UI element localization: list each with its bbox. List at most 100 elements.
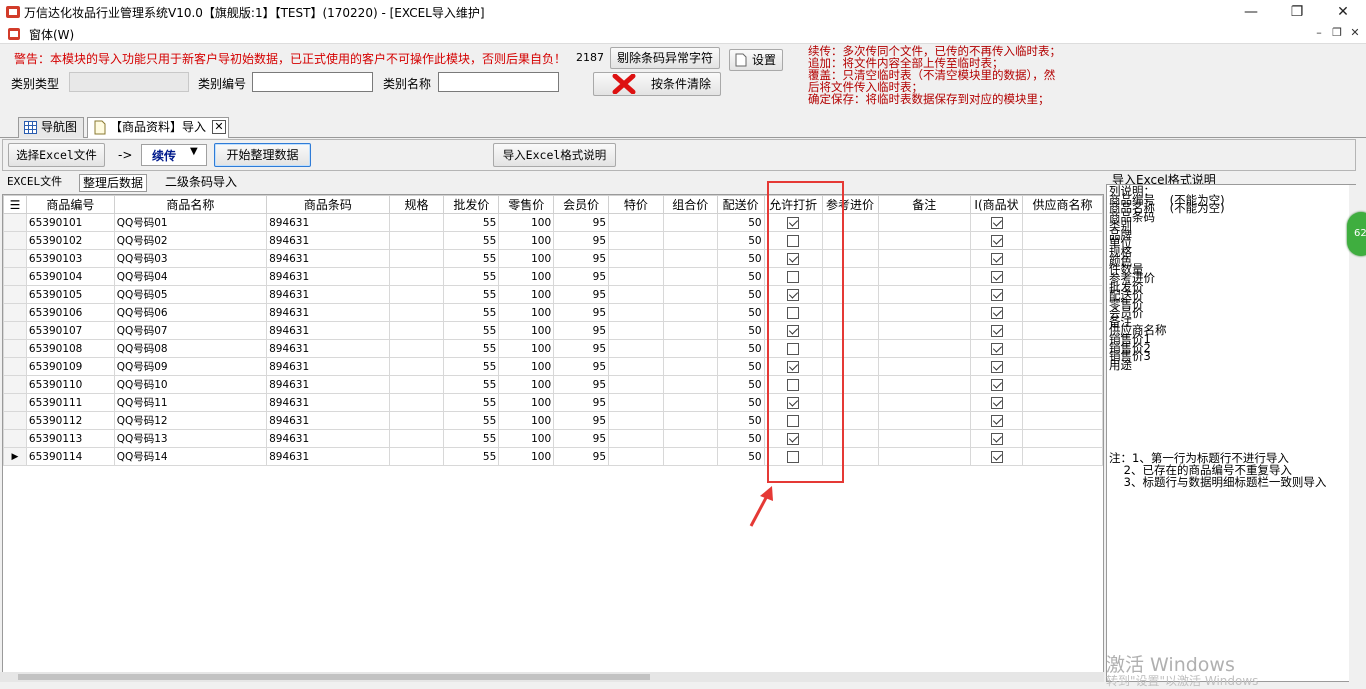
clear-by-condition-button[interactable]: 按条件清除 bbox=[593, 72, 721, 96]
status-checkbox[interactable] bbox=[990, 270, 1003, 283]
cell-combo[interactable] bbox=[662, 447, 718, 466]
cell-barcode[interactable]: 894631 bbox=[266, 447, 390, 466]
column-header[interactable]: 会员价 bbox=[553, 195, 610, 214]
cell-status[interactable] bbox=[970, 447, 1023, 466]
floating-badge[interactable]: 62 bbox=[1347, 212, 1366, 256]
status-checkbox[interactable] bbox=[990, 216, 1003, 229]
table-row[interactable]: 65390107 QQ号码07 894631 55 100 95 50 bbox=[3, 321, 1103, 340]
cell-special[interactable] bbox=[608, 267, 664, 286]
cell-delivery[interactable]: 50 bbox=[716, 447, 765, 466]
menu-window[interactable]: 窗体(W) bbox=[29, 26, 74, 43]
cell-member[interactable]: 95 bbox=[553, 411, 610, 430]
tab-product-import[interactable]: 【商品资料】导入 ✕ bbox=[87, 117, 229, 138]
table-row[interactable]: 65390111 QQ号码11 894631 55 100 95 50 bbox=[3, 393, 1103, 412]
cell-delivery[interactable]: 50 bbox=[716, 249, 765, 268]
select-excel-button[interactable]: 选择Excel文件 bbox=[8, 143, 105, 167]
cell-code[interactable]: 65390107 bbox=[25, 321, 115, 340]
cell-wholesale[interactable]: 55 bbox=[443, 267, 500, 286]
cell-barcode[interactable]: 894631 bbox=[266, 285, 390, 304]
cell-combo[interactable] bbox=[662, 267, 718, 286]
cell-wholesale[interactable]: 55 bbox=[443, 231, 500, 250]
column-header[interactable]: 规格 bbox=[388, 195, 445, 214]
settings-button[interactable]: 设置 bbox=[729, 49, 783, 71]
cell-supplier[interactable] bbox=[1022, 303, 1103, 322]
cell-name[interactable]: QQ号码12 bbox=[113, 411, 268, 430]
cell-name[interactable]: QQ号码02 bbox=[113, 231, 268, 250]
cell-wholesale[interactable]: 55 bbox=[443, 411, 500, 430]
row-selector[interactable] bbox=[3, 285, 27, 304]
cell-remark[interactable] bbox=[877, 393, 972, 412]
cell-spec[interactable] bbox=[388, 447, 445, 466]
column-header[interactable]: 配送价 bbox=[716, 195, 765, 214]
cell-barcode[interactable]: 894631 bbox=[266, 411, 390, 430]
cell-member[interactable]: 95 bbox=[553, 357, 610, 376]
cell-spec[interactable] bbox=[388, 213, 445, 232]
row-selector[interactable]: ▶ bbox=[3, 447, 27, 466]
cell-member[interactable]: 95 bbox=[553, 231, 610, 250]
mdi-close-button[interactable]: ✕ bbox=[1347, 26, 1363, 40]
cell-remark[interactable] bbox=[877, 285, 972, 304]
table-row[interactable]: 65390109 QQ号码09 894631 55 100 95 50 bbox=[3, 357, 1103, 376]
cell-barcode[interactable]: 894631 bbox=[266, 429, 390, 448]
cell-member[interactable]: 95 bbox=[553, 249, 610, 268]
column-header[interactable]: 供应商名称 bbox=[1022, 195, 1103, 214]
cell-status[interactable] bbox=[970, 249, 1023, 268]
cell-wholesale[interactable]: 55 bbox=[443, 393, 500, 412]
status-checkbox[interactable] bbox=[990, 414, 1003, 427]
cell-supplier[interactable] bbox=[1022, 411, 1103, 430]
cell-spec[interactable] bbox=[388, 231, 445, 250]
cell-wholesale[interactable]: 55 bbox=[443, 321, 500, 340]
format-help-button[interactable]: 导入Excel格式说明 bbox=[493, 143, 616, 167]
cell-status[interactable] bbox=[970, 429, 1023, 448]
cell-combo[interactable] bbox=[662, 339, 718, 358]
cell-code[interactable]: 65390114 bbox=[25, 447, 115, 466]
cell-retail[interactable]: 100 bbox=[498, 429, 555, 448]
cell-remark[interactable] bbox=[877, 267, 972, 286]
cell-retail[interactable]: 100 bbox=[498, 213, 555, 232]
cell-remark[interactable] bbox=[877, 447, 972, 466]
status-checkbox[interactable] bbox=[990, 396, 1003, 409]
column-header[interactable]: 备注 bbox=[877, 195, 972, 214]
cell-barcode[interactable]: 894631 bbox=[266, 213, 390, 232]
table-row[interactable]: 65390112 QQ号码12 894631 55 100 95 50 bbox=[3, 411, 1103, 430]
minimize-button[interactable]: — bbox=[1228, 0, 1274, 24]
row-selector[interactable] bbox=[3, 249, 27, 268]
cell-wholesale[interactable]: 55 bbox=[443, 249, 500, 268]
cell-status[interactable] bbox=[970, 285, 1023, 304]
cell-barcode[interactable]: 894631 bbox=[266, 357, 390, 376]
cell-name[interactable]: QQ号码07 bbox=[113, 321, 268, 340]
cell-member[interactable]: 95 bbox=[553, 213, 610, 232]
cell-remark[interactable] bbox=[877, 321, 972, 340]
close-button[interactable]: ✕ bbox=[1320, 0, 1366, 24]
column-header[interactable]: 特价 bbox=[608, 195, 664, 214]
column-header[interactable]: 商品编号 bbox=[25, 195, 115, 214]
cell-barcode[interactable]: 894631 bbox=[266, 375, 390, 394]
cell-special[interactable] bbox=[608, 357, 664, 376]
cell-wholesale[interactable]: 55 bbox=[443, 339, 500, 358]
restore-button[interactable]: ❐ bbox=[1274, 0, 1320, 24]
cell-wholesale[interactable]: 55 bbox=[443, 303, 500, 322]
start-organize-button[interactable]: 开始整理数据 bbox=[214, 143, 311, 167]
cell-combo[interactable] bbox=[662, 249, 718, 268]
cell-name[interactable]: QQ号码06 bbox=[113, 303, 268, 322]
cell-code[interactable]: 65390109 bbox=[25, 357, 115, 376]
cell-delivery[interactable]: 50 bbox=[716, 267, 765, 286]
cell-member[interactable]: 95 bbox=[553, 285, 610, 304]
cell-spec[interactable] bbox=[388, 411, 445, 430]
cell-retail[interactable]: 100 bbox=[498, 303, 555, 322]
cell-code[interactable]: 65390112 bbox=[25, 411, 115, 430]
data-grid[interactable]: ☰ 商品编号 商品名称 商品条码 规格 批发价 零售价 会员价 特价 组合价 配… bbox=[2, 194, 1104, 676]
row-selector[interactable] bbox=[3, 213, 27, 232]
cell-spec[interactable] bbox=[388, 375, 445, 394]
cell-supplier[interactable] bbox=[1022, 285, 1103, 304]
cell-wholesale[interactable]: 55 bbox=[443, 213, 500, 232]
column-header[interactable]: 零售价 bbox=[498, 195, 555, 214]
cell-name[interactable]: QQ号码05 bbox=[113, 285, 268, 304]
category-type-field[interactable] bbox=[69, 72, 189, 92]
cell-barcode[interactable]: 894631 bbox=[266, 393, 390, 412]
cell-barcode[interactable]: 894631 bbox=[266, 249, 390, 268]
status-checkbox[interactable] bbox=[990, 252, 1003, 265]
cell-special[interactable] bbox=[608, 429, 664, 448]
cell-name[interactable]: QQ号码09 bbox=[113, 357, 268, 376]
cell-retail[interactable]: 100 bbox=[498, 321, 555, 340]
